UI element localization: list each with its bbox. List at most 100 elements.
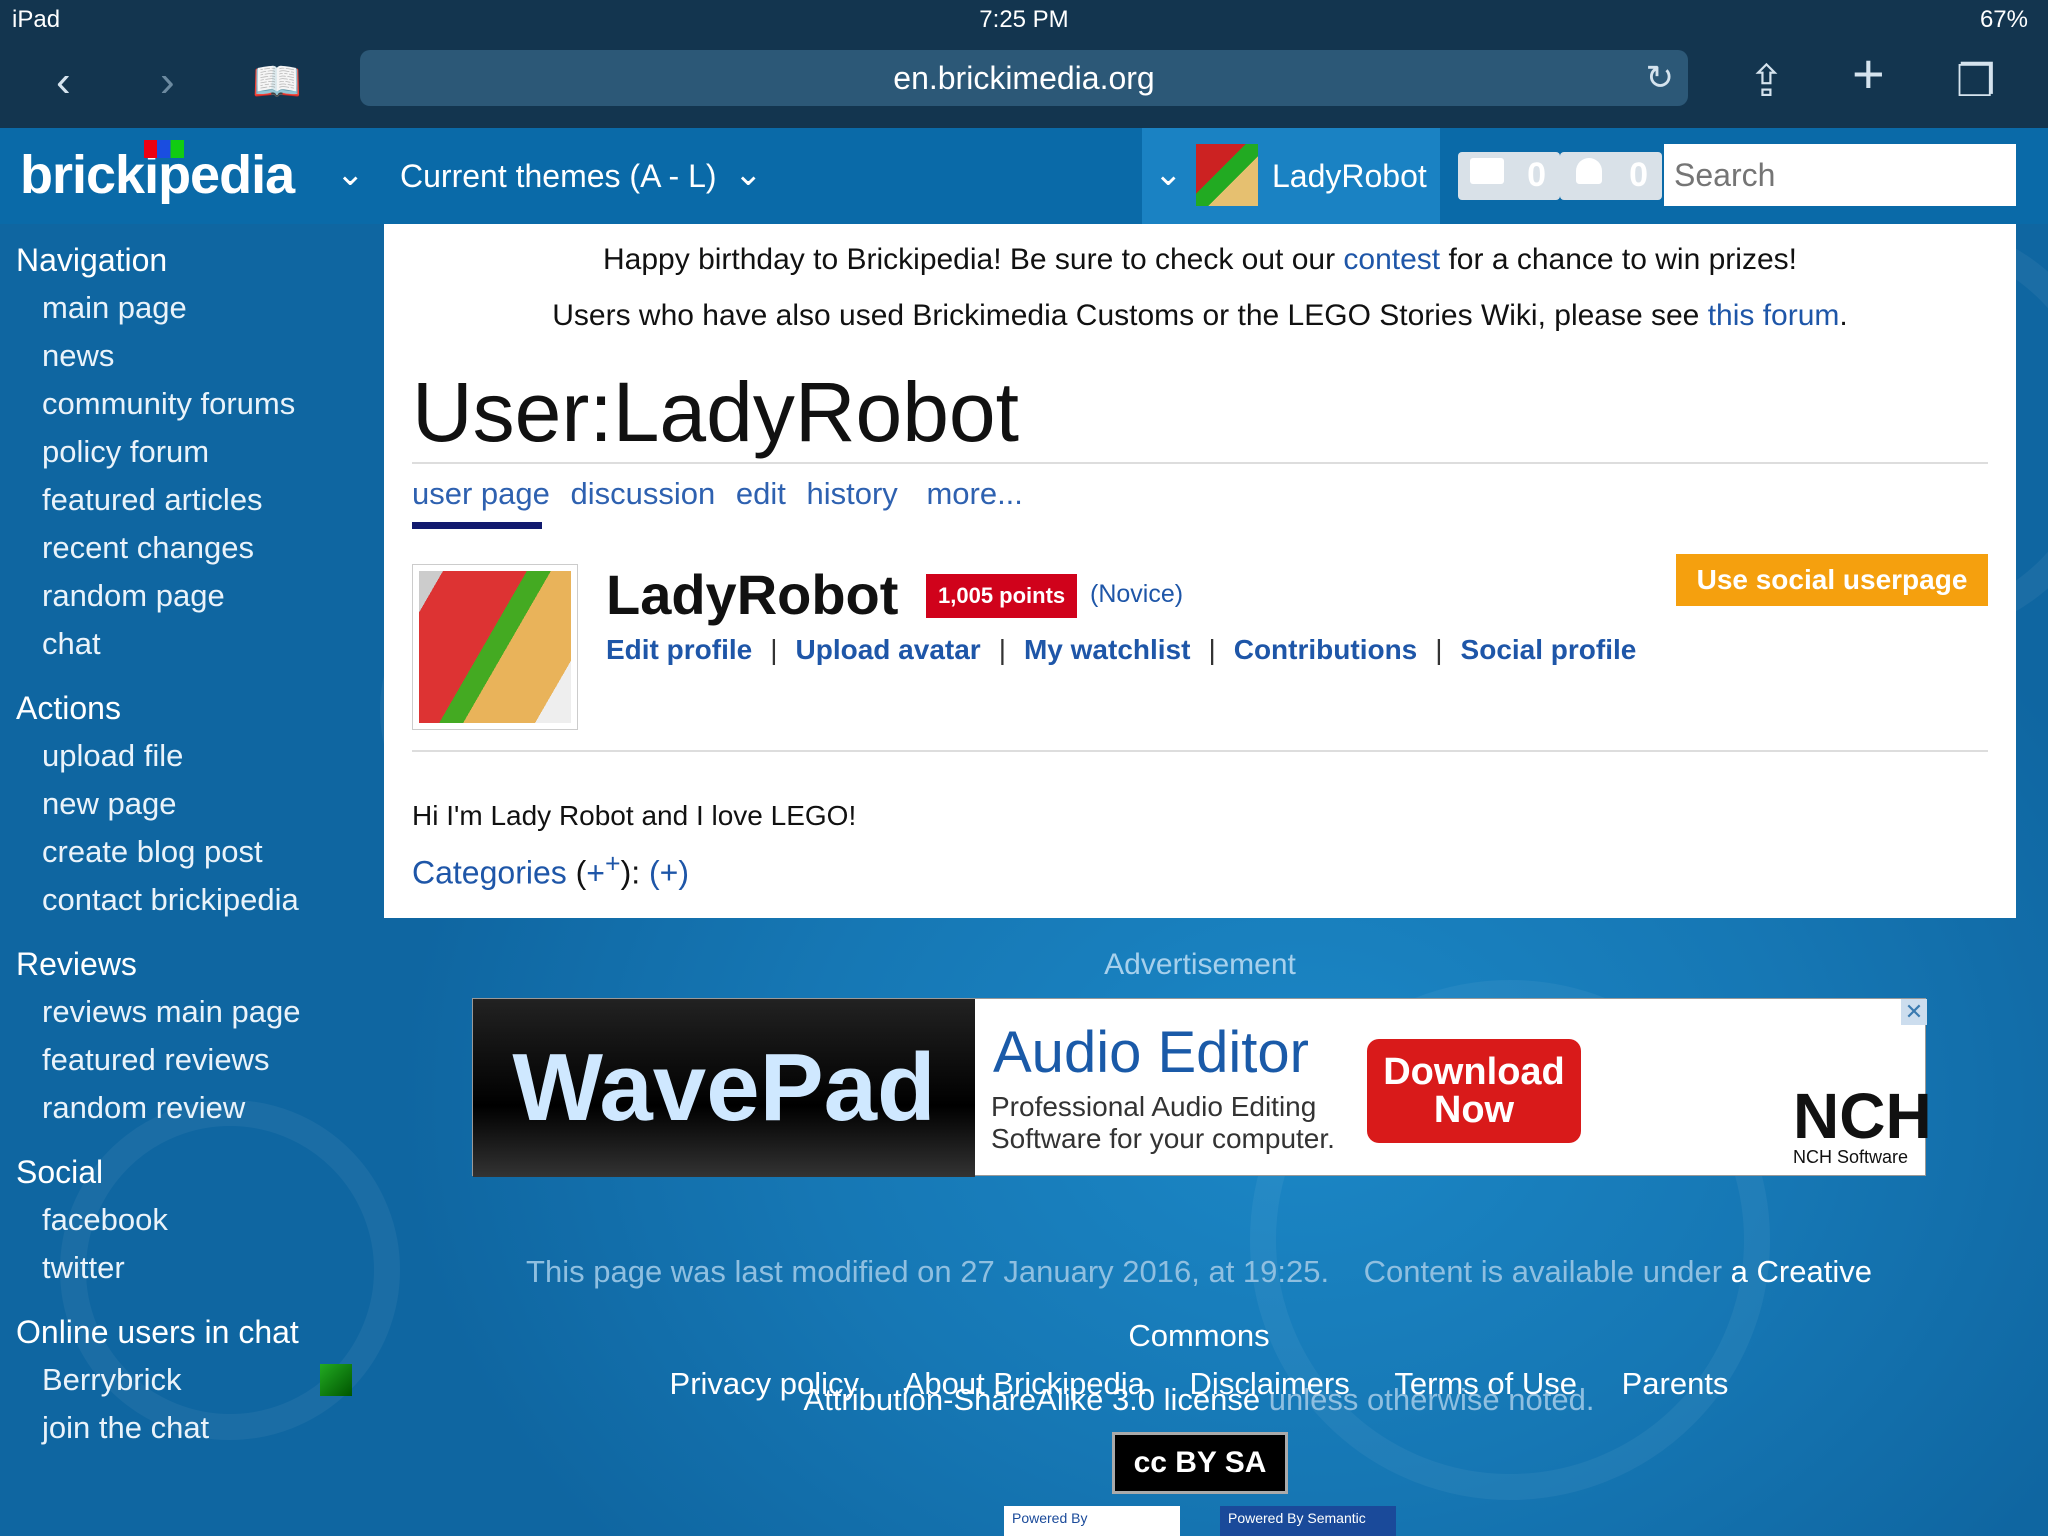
forward-icon[interactable]: › [160, 60, 175, 104]
sidebar-item-main-page[interactable]: main page [42, 284, 380, 332]
user-level[interactable]: (Novice) [1090, 580, 1183, 609]
sidebar: Navigation main page news community foru… [0, 236, 380, 1452]
sidebar-item-create-blog-post[interactable]: create blog post [42, 828, 380, 876]
sidebar-heading-navigation: Navigation [16, 242, 168, 278]
about-link[interactable]: About Brickipedia [904, 1366, 1145, 1401]
page-tabs: user page discussion edit history more..… [412, 476, 1035, 512]
ad-button-text: Now [1433, 1089, 1515, 1131]
tab-user-page[interactable]: user page [412, 476, 550, 511]
sidebar-item-new-page[interactable]: new page [42, 780, 380, 828]
messages-button[interactable]: 0 [1458, 152, 1560, 200]
share-icon[interactable]: ⇪ [1748, 60, 1785, 104]
sidebar-item-featured-reviews[interactable]: featured reviews [42, 1036, 380, 1084]
sidebar-item-random-page[interactable]: random page [42, 572, 380, 620]
user-page-text: Hi I'm Lady Robot and I love LEGO! [412, 800, 857, 831]
powered-by-mediawiki-badge[interactable]: Powered By [1004, 1506, 1180, 1536]
bookmarks-icon[interactable]: 📖 [252, 60, 302, 104]
battery-level: 67% [1979, 6, 2028, 33]
sidebar-heading-actions: Actions [16, 690, 121, 726]
back-icon[interactable]: ‹ [56, 60, 71, 104]
sidebar-heading-social: Social [16, 1154, 104, 1190]
notifications-count: 0 [1629, 156, 1648, 194]
sidebar-item-upload-file[interactable]: upload file [42, 732, 380, 780]
profile-avatar[interactable] [412, 564, 578, 730]
ad-headline: Audio Editor [993, 1020, 1309, 1085]
tabs-icon[interactable]: ❐ [1956, 60, 1995, 104]
profile-name: LadyRobot [606, 563, 899, 626]
categories-bar: Categories (++): (+) [412, 848, 689, 892]
tab-discussion[interactable]: discussion [571, 476, 716, 511]
sidebar-item-twitter[interactable]: twitter [42, 1244, 380, 1292]
search-input[interactable] [1664, 144, 2016, 206]
contest-link[interactable]: contest [1343, 243, 1440, 276]
tab-history[interactable]: history [807, 476, 898, 511]
tab-edit[interactable]: edit [736, 476, 786, 511]
new-tab-icon[interactable]: + [1852, 46, 1885, 102]
add-category-link[interactable]: ++ [586, 848, 620, 891]
sidebar-item-chat-user[interactable]: Berrybrick [42, 1356, 380, 1404]
disclaimers-link[interactable]: Disclaimers [1190, 1366, 1350, 1401]
site-header: brickipedia ⌄ Current themes (A - L) ⌄ ⌄… [0, 128, 2048, 224]
ad-button-text: Download [1383, 1051, 1565, 1093]
logo-brick-icon [144, 140, 184, 158]
ad-subtext: Professional Audio Editing Software for y… [991, 1091, 1335, 1155]
terms-link[interactable]: Terms of Use [1394, 1366, 1577, 1401]
main-content: Happy birthday to Brickipedia! Be sure t… [384, 224, 2016, 918]
site-notice: Happy birthday to Brickipedia! Be sure t… [384, 232, 2016, 344]
themes-menu[interactable]: Current themes (A - L) [400, 158, 717, 195]
chat-user-name: Berrybrick [42, 1362, 182, 1397]
last-modified: This page was last modified on 27 Januar… [526, 1254, 1330, 1289]
sidebar-item-join-chat[interactable]: join the chat [42, 1404, 380, 1452]
social-profile-link[interactable]: Social profile [1461, 634, 1637, 665]
contributions-link[interactable]: Contributions [1234, 634, 1418, 665]
title-divider [412, 462, 1988, 464]
ad-vendor-name: NCH Software [1793, 1147, 1909, 1167]
categories-separator: ): [620, 854, 649, 891]
messages-count: 0 [1527, 156, 1546, 194]
address-bar[interactable]: en.brickimedia.org ↻ [360, 50, 1688, 106]
privacy-policy-link[interactable]: Privacy policy [670, 1366, 860, 1401]
advertisement-label: Advertisement [1104, 948, 1296, 981]
sidebar-item-facebook[interactable]: facebook [42, 1196, 380, 1244]
notice-text: for a chance to win prizes! [1440, 243, 1797, 276]
user-menu[interactable]: ⌄ LadyRobot [1142, 128, 1440, 224]
use-social-userpage-button[interactable]: Use social userpage [1676, 554, 1988, 606]
user-menu-name: LadyRobot [1272, 158, 1427, 194]
forum-link[interactable]: this forum [1708, 299, 1840, 332]
sidebar-item-contact[interactable]: contact brickipedia [42, 876, 380, 924]
active-tab-indicator [412, 522, 542, 529]
sidebar-item-random-review[interactable]: random review [42, 1084, 380, 1132]
add-category-button[interactable]: (+) [649, 855, 689, 891]
chevron-down-icon[interactable]: ⌄ [336, 154, 365, 194]
edit-profile-link[interactable]: Edit profile [606, 634, 752, 665]
sidebar-item-news[interactable]: news [42, 332, 380, 380]
sidebar-item-community-forums[interactable]: community forums [42, 380, 380, 428]
notice-line-1: Happy birthday to Brickipedia! Be sure t… [384, 232, 2016, 288]
notifications-button[interactable]: 0 [1560, 152, 1662, 200]
profile-divider [412, 750, 1988, 752]
categories-link[interactable]: Categories [412, 855, 567, 891]
advertisement-banner[interactable]: WavePad Audio Editor Professional Audio … [472, 998, 1932, 1177]
sidebar-item-chat[interactable]: chat [42, 620, 380, 668]
powered-by-semantic-badge[interactable]: Powered By Semantic [1220, 1506, 1396, 1536]
chat-user-avatar [320, 1364, 352, 1396]
avatar-image [419, 571, 571, 723]
chevron-down-icon[interactable]: ⌄ [734, 154, 763, 194]
close-icon[interactable]: ✕ [1901, 999, 1927, 1025]
parents-link[interactable]: Parents [1622, 1366, 1729, 1401]
sidebar-item-reviews-main[interactable]: reviews main page [42, 988, 380, 1036]
upload-avatar-link[interactable]: Upload avatar [796, 634, 981, 665]
creative-commons-badge[interactable]: cc BY SA [1112, 1432, 1288, 1494]
ad-download-button[interactable]: Download Now [1367, 1039, 1581, 1143]
ad-subtext-line: Software for your computer. [991, 1123, 1335, 1154]
tab-more[interactable]: more... [926, 476, 1022, 511]
sidebar-item-featured-articles[interactable]: featured articles [42, 476, 380, 524]
site-logo[interactable]: brickipedia [20, 140, 295, 206]
watchlist-link[interactable]: My watchlist [1024, 634, 1190, 665]
reload-icon[interactable]: ↻ [1646, 50, 1675, 106]
page-title: User:LadyRobot [412, 365, 1019, 459]
sidebar-item-policy-forum[interactable]: policy forum [42, 428, 380, 476]
sidebar-item-recent-changes[interactable]: recent changes [42, 524, 380, 572]
footer-links: Privacy policy About Brickipedia Disclai… [472, 1366, 1926, 1402]
footer-info: This page was last modified on 27 Januar… [472, 1240, 1926, 1432]
